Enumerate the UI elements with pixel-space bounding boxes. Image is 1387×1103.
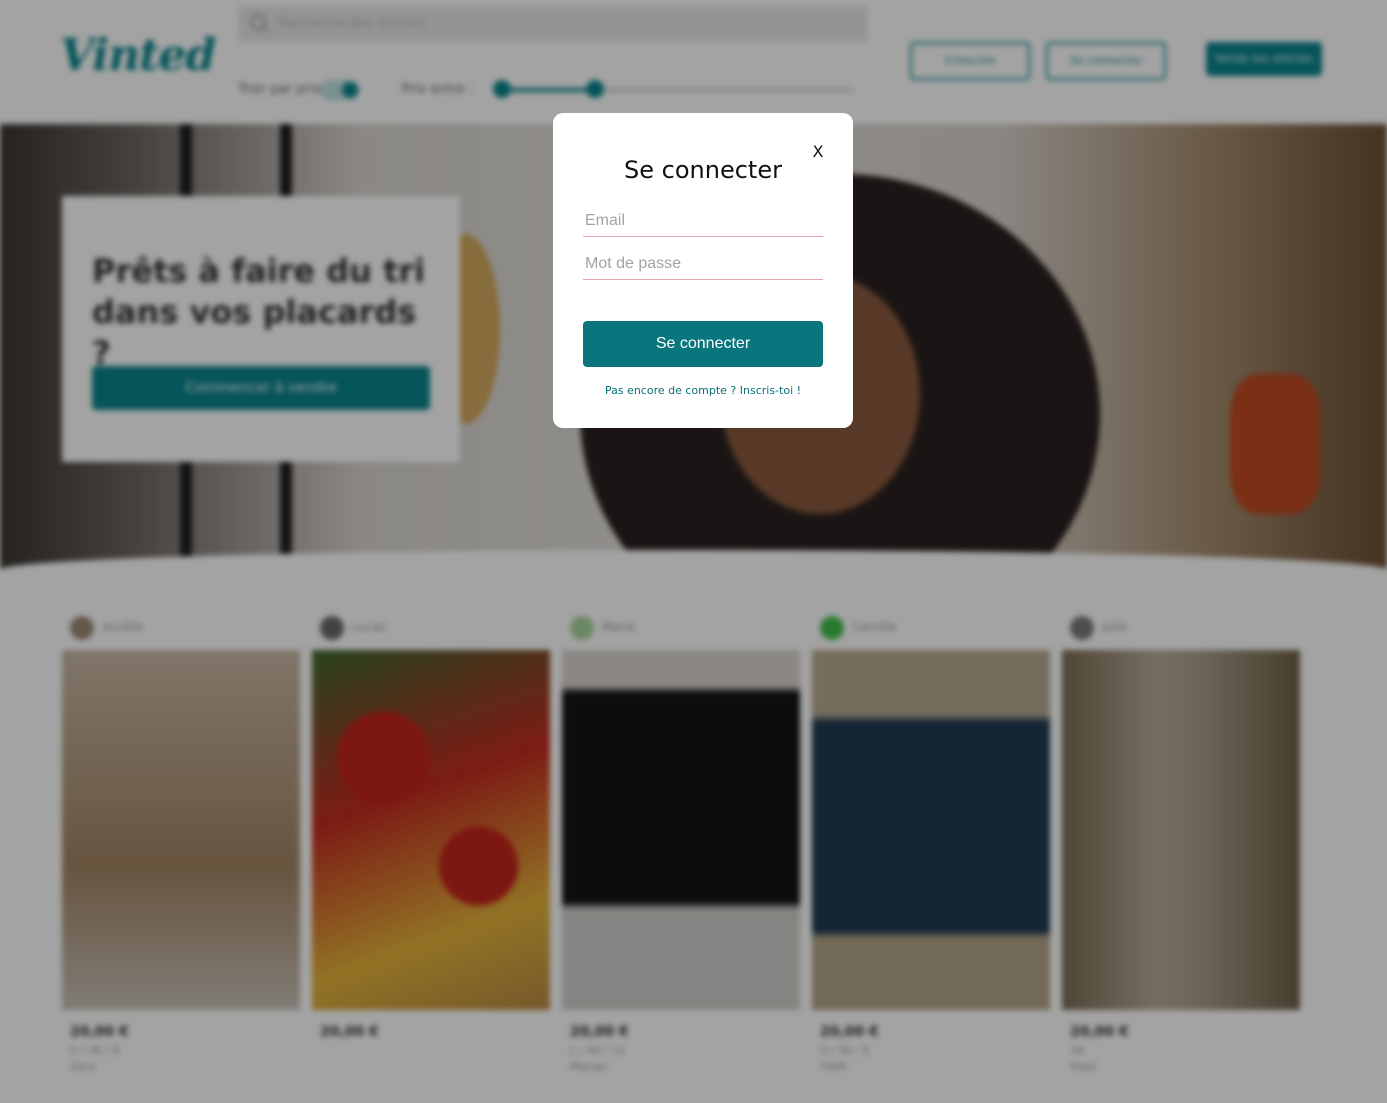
email-field[interactable]	[583, 205, 823, 237]
signup-link[interactable]: Pas encore de compte ? Inscris-toi !	[553, 384, 853, 397]
modal-title: Se connecter	[624, 156, 782, 184]
password-field[interactable]	[583, 248, 823, 280]
login-submit-button[interactable]: Se connecter	[583, 321, 823, 367]
